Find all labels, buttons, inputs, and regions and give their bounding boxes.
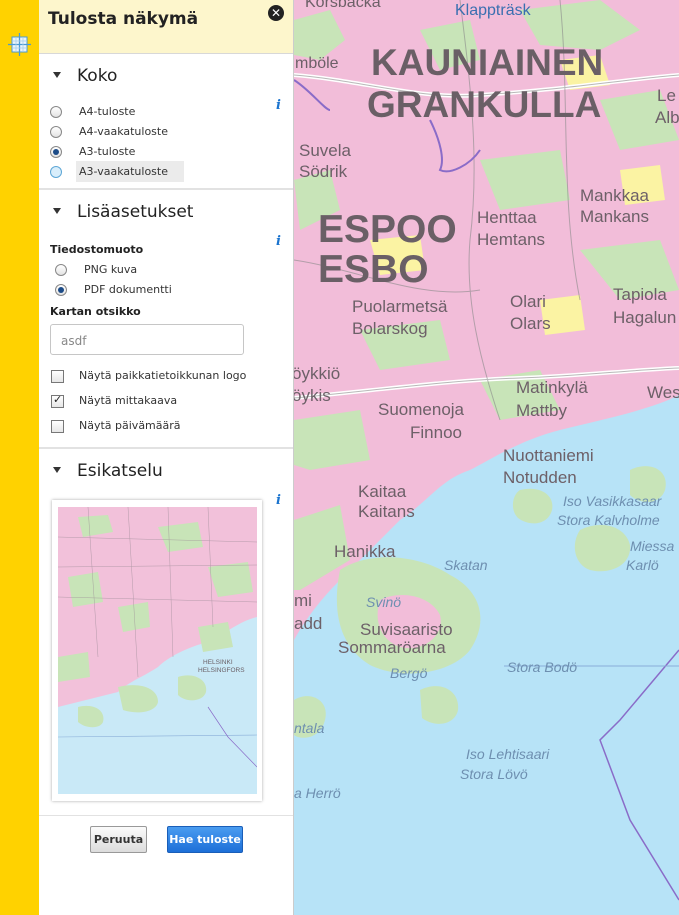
map-label-stora-herro: a Herrö xyxy=(294,785,341,801)
radio-button-selected[interactable] xyxy=(50,146,62,158)
map-title-input[interactable]: asdf xyxy=(50,324,244,355)
section-preview-header[interactable]: Esikatselu xyxy=(39,458,293,488)
map-label-hanikka: Hanikka xyxy=(334,542,396,561)
map-title-label: Kartan otsikko xyxy=(50,305,141,318)
preview-map-thumbnail: HELSINKI HELSINGFORS xyxy=(58,507,257,794)
collapse-arrow-icon xyxy=(53,208,61,214)
radio-button[interactable] xyxy=(50,106,62,118)
map-label-sodrik: Södrik xyxy=(299,162,348,181)
collapse-arrow-icon xyxy=(53,467,61,473)
preview-label-helsingfors: HELSINGFORS xyxy=(198,667,245,674)
print-tool-button[interactable] xyxy=(6,32,33,57)
map-label-sommaroarna: Sommaröarna xyxy=(338,638,446,657)
map-label-suomenoja: Suomenoja xyxy=(378,400,465,419)
map-label-suvela: Suvela xyxy=(299,141,351,160)
radio-label-png: PNG kuva xyxy=(84,263,138,276)
checkbox[interactable] xyxy=(51,370,64,383)
map-label-korsbacka: Korsbacka xyxy=(305,0,381,11)
close-icon[interactable]: ✕ xyxy=(268,5,284,21)
map-label-kauniainen: KAUNIAINEN xyxy=(371,42,604,83)
radio-button[interactable] xyxy=(55,264,67,276)
section-size-title: Koko xyxy=(77,66,118,86)
map-label-iso-lehtisaari: Iso Lehtisaari xyxy=(466,746,550,762)
radio-label-a4-landscape: A4-vaakatuloste xyxy=(79,125,168,138)
section-settings-title: Lisäasetukset xyxy=(77,202,194,222)
map-label-klapptrask: Klappträsk xyxy=(455,2,531,19)
map-label-loykis: öykis xyxy=(292,386,331,405)
map-label-suvisaaristo: Suvisaaristo xyxy=(360,620,453,639)
map-label-notudden: Notudden xyxy=(503,468,577,487)
section-divider xyxy=(39,447,293,449)
panel-title: Tulosta näkymä xyxy=(48,9,199,29)
map-label-skatan: Skatan xyxy=(444,557,488,573)
section-settings-header[interactable]: Lisäasetukset xyxy=(39,199,293,229)
map-label-nuottaniemi: Nuottaniemi xyxy=(503,446,594,465)
radio-label-a3: A3-tuloste xyxy=(79,145,136,158)
map-label-loykkio: öykkiö xyxy=(292,364,341,383)
radio-button-selected[interactable] xyxy=(55,284,67,296)
radio-button[interactable] xyxy=(50,166,62,178)
info-icon[interactable]: i xyxy=(276,234,281,249)
checkbox-label-scale: Näytä mittakaava xyxy=(79,394,178,407)
map-label-mankans: Mankans xyxy=(580,207,649,226)
map-label-hagalund: Hagalun xyxy=(613,308,677,327)
checkbox-checked[interactable] xyxy=(51,393,64,408)
section-preview-title: Esikatselu xyxy=(77,461,163,481)
checkbox-label-logo: Näytä paikkatietoikkunan logo xyxy=(79,369,247,382)
map-label-matinkyla: Matinkylä xyxy=(516,378,588,397)
map-label-kaitaa: Kaitaa xyxy=(358,482,407,501)
crosshair-grid-icon xyxy=(8,33,31,56)
section-size-header[interactable]: Koko xyxy=(39,63,293,93)
map-label-wes: Wes xyxy=(647,383,679,402)
print-panel: Tulosta näkymä ✕ Koko i A4-tuloste A4-va… xyxy=(39,0,294,915)
map-label-finnoo: Finnoo xyxy=(410,423,462,442)
section-divider xyxy=(39,188,293,190)
info-icon[interactable]: i xyxy=(276,98,281,113)
map-label-esbo: ESBO xyxy=(318,248,429,291)
map-label-henttaa: Henttaa xyxy=(477,208,537,227)
map-label-mi: mi xyxy=(294,591,312,610)
map-label-stora-lovo: Stora Lövö xyxy=(460,766,528,782)
map-label-tapiola: Tapiola xyxy=(613,285,667,304)
map-label-stora-bodo: Stora Bodö xyxy=(507,659,578,675)
collapse-arrow-icon xyxy=(53,72,61,78)
map-label-puolarmetsa: Puolarmetsä xyxy=(352,297,448,316)
map-label-kaitans: Kaitans xyxy=(358,502,415,521)
map-label-karlo: Karlö xyxy=(626,557,659,573)
map-label-bolarskog: Bolarskog xyxy=(352,319,428,338)
map-label-add: add xyxy=(294,614,323,633)
radio-label-a4: A4-tuloste xyxy=(79,105,136,118)
map-label-alb: Alb xyxy=(655,108,679,127)
map-label-iso-vasikkasaari: Iso Vasikkasaar xyxy=(563,493,662,509)
print-preview: HELSINKI HELSINGFORS xyxy=(52,500,262,801)
panel-header: Tulosta näkymä ✕ xyxy=(39,0,293,54)
get-print-button[interactable]: Hae tuloste xyxy=(167,826,243,853)
radio-button[interactable] xyxy=(50,126,62,138)
map-label-ntala: ntala xyxy=(294,720,325,736)
map-label-mattby: Mattby xyxy=(516,401,568,420)
map-label-le: Le xyxy=(657,86,676,105)
map-label-olari: Olari xyxy=(510,292,546,311)
map-label-olars: Olars xyxy=(510,314,551,333)
info-icon[interactable]: i xyxy=(276,493,281,508)
map-label-grankulla: GRANKULLA xyxy=(367,84,602,125)
checkbox-label-date: Näytä päivämäärä xyxy=(79,419,181,432)
map-label-hemtans: Hemtans xyxy=(477,230,546,249)
checkbox[interactable] xyxy=(51,420,64,433)
preview-label-helsinki: HELSINKI xyxy=(203,659,233,666)
cancel-button[interactable]: Peruuta xyxy=(90,826,147,853)
radio-label-a3-landscape: A3-vaakatuloste xyxy=(79,165,168,178)
map-label-svino: Svinö xyxy=(366,594,402,610)
file-format-label: Tiedostomuoto xyxy=(50,243,144,256)
radio-label-pdf: PDF dokumentti xyxy=(84,283,172,296)
map-label-mankkaa: Mankkaa xyxy=(580,186,649,205)
map-label-miessaari: Miessa xyxy=(630,538,675,554)
section-divider xyxy=(39,815,293,816)
map-label-espoo: ESPOO xyxy=(318,208,457,251)
left-toolbar xyxy=(0,0,39,915)
map-label-bergo: Bergö xyxy=(390,665,428,681)
map-label-mbole: mböle xyxy=(295,55,339,72)
map-label-stora-kalvholmen: Stora Kalvholme xyxy=(557,512,660,528)
